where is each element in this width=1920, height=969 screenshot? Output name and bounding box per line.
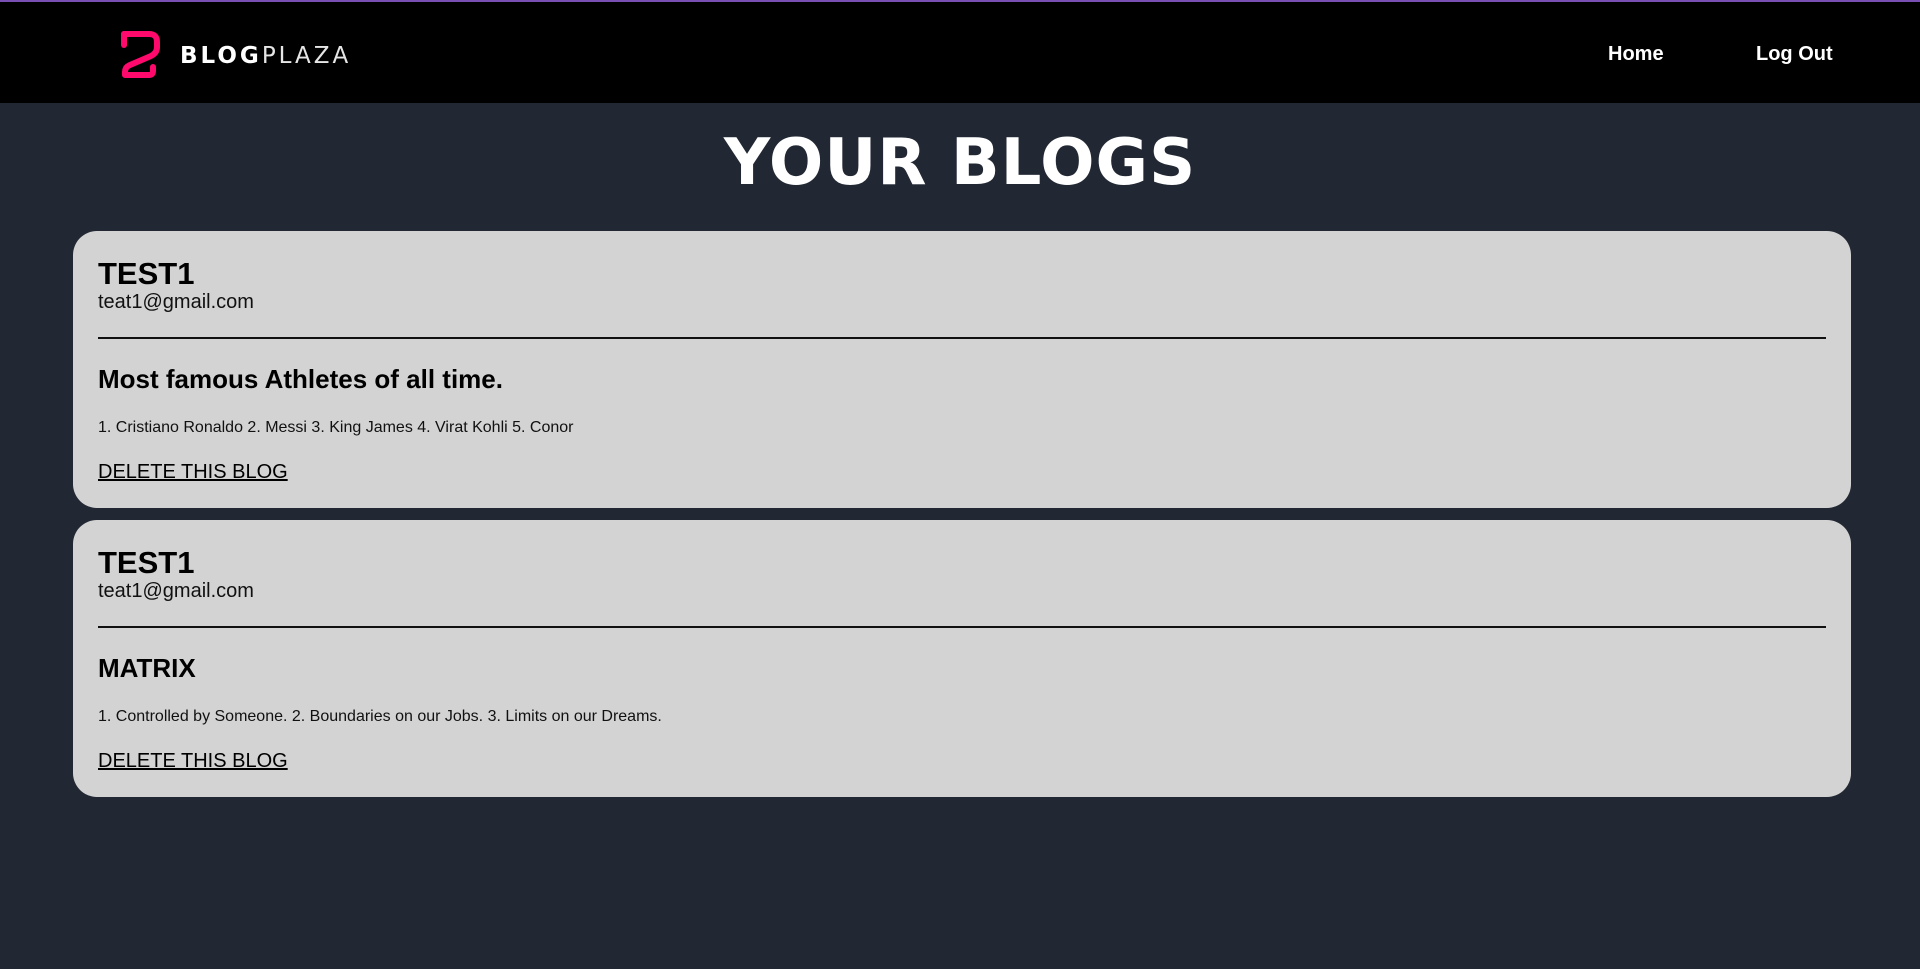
page-title: YOUR BLOGS <box>723 126 1197 200</box>
brand-logo-link[interactable]: BLOGPLAZA <box>118 31 351 81</box>
delete-blog-link[interactable]: DELETE THIS BLOG <box>98 460 288 484</box>
nav-logout-link[interactable]: Log Out <box>1756 42 1833 66</box>
card-divider <box>98 626 1826 628</box>
blog-author-name: TEST1 <box>98 545 195 580</box>
blog-author-email: teat1@gmail.com <box>98 580 254 602</box>
delete-blog-link[interactable]: DELETE THIS BLOG <box>98 749 288 773</box>
brand-name-bold: BLOG <box>180 42 262 69</box>
blog-card: TEST1 teat1@gmail.com Most famous Athlet… <box>73 231 1851 508</box>
blog-author-name: TEST1 <box>98 256 195 291</box>
brand-name: BLOGPLAZA <box>180 42 352 69</box>
navbar: BLOGPLAZA Home Log Out <box>0 2 1920 103</box>
blog-title: MATRIX <box>98 653 196 683</box>
blog-card: TEST1 teat1@gmail.com MATRIX 1. Controll… <box>73 520 1851 797</box>
blog-body: 1. Controlled by Someone. 2. Boundaries … <box>98 708 662 725</box>
blogplaza-logo-icon <box>121 31 160 78</box>
card-divider <box>98 337 1826 339</box>
nav-home-link[interactable]: Home <box>1608 42 1664 66</box>
blog-author-email: teat1@gmail.com <box>98 291 254 313</box>
brand-name-light: PLAZA <box>261 42 352 69</box>
blog-body: 1. Cristiano Ronaldo 2. Messi 3. King Ja… <box>98 419 574 436</box>
blog-title: Most famous Athletes of all time. <box>98 364 503 394</box>
